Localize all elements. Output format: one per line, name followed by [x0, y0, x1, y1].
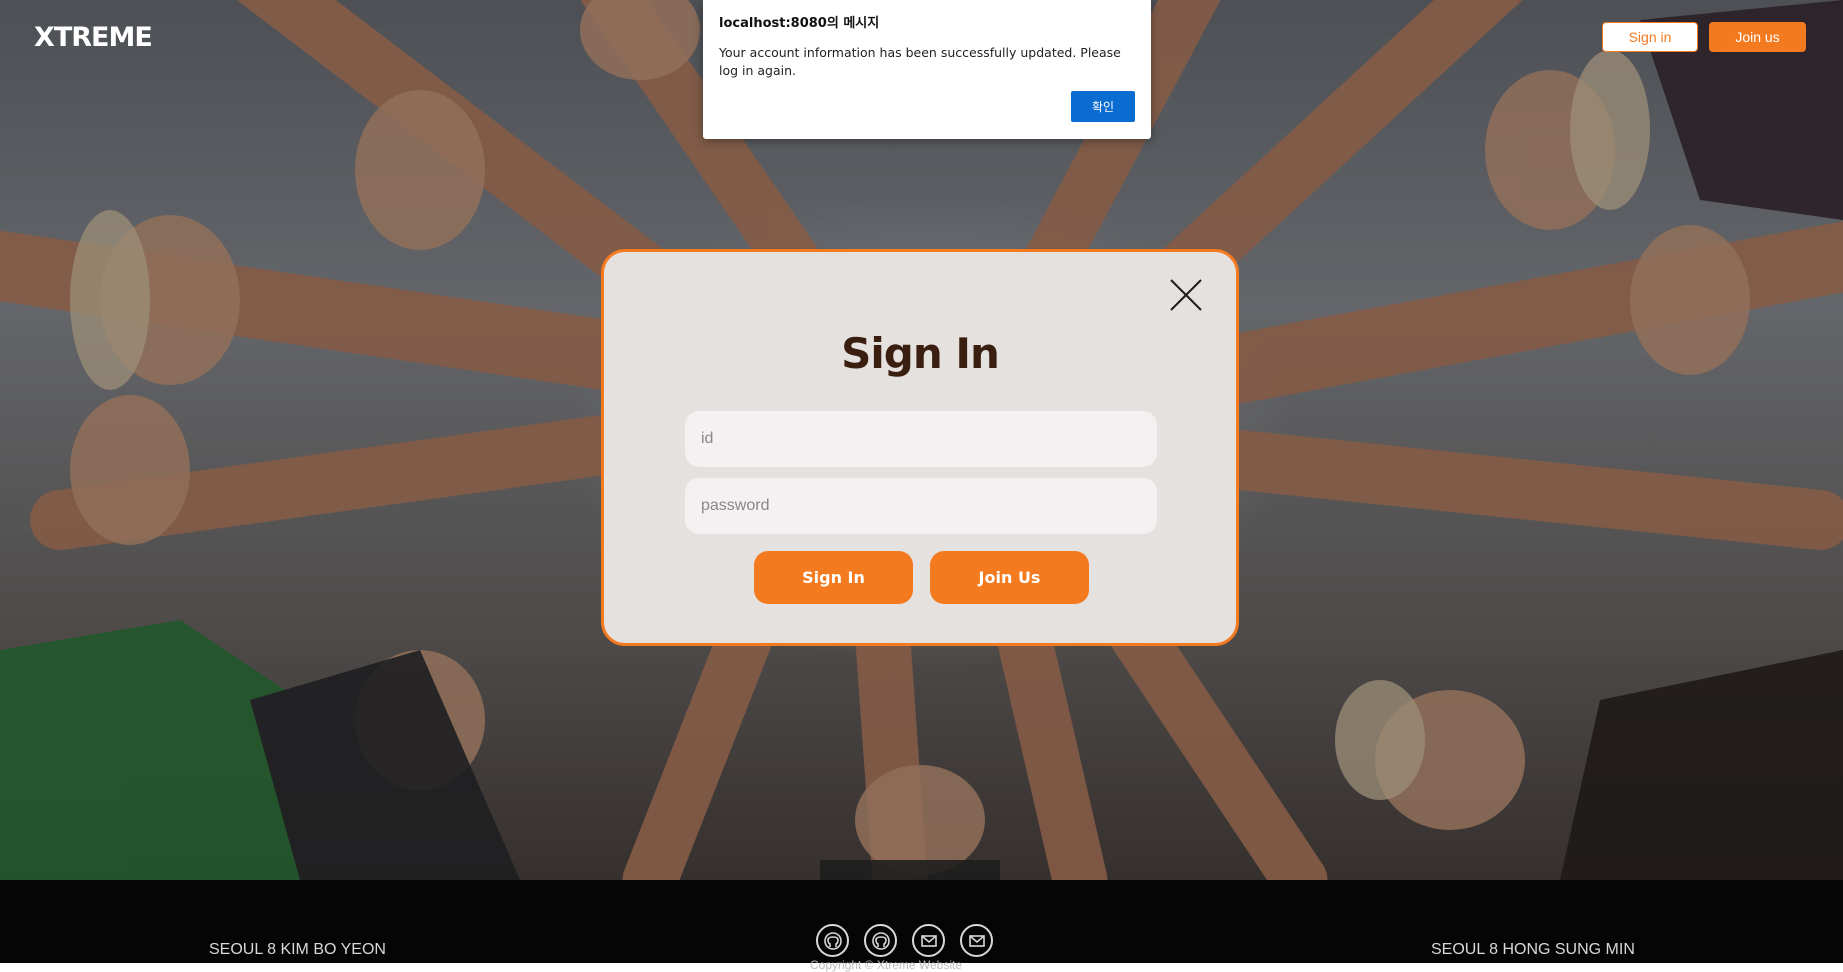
join-button[interactable]: Join Us [930, 551, 1089, 604]
github-icon[interactable] [864, 924, 897, 957]
signin-button[interactable]: Sign In [754, 551, 913, 604]
footer-right-credit: SEOUL 8 HONG SUNG MIN [1431, 941, 1635, 958]
github-icon[interactable] [816, 924, 849, 957]
modal-title: Sign In [841, 329, 1000, 378]
password-input[interactable] [685, 478, 1157, 534]
brand-logo[interactable]: XTREME [34, 22, 153, 53]
header-join-button[interactable]: Join us [1709, 22, 1806, 52]
footer-icon-row [816, 924, 993, 957]
mail-icon[interactable] [912, 924, 945, 957]
header-signin-button[interactable]: Sign in [1602, 22, 1698, 52]
signin-modal: Sign In Sign In Join Us [601, 249, 1239, 646]
alert-message: Your account information has been succes… [719, 45, 1121, 78]
footer-left-credit: SEOUL 8 KIM BO YEON [209, 941, 386, 958]
footer-copyright: Copyright © Xtreme Website [810, 958, 963, 972]
id-input[interactable] [685, 411, 1157, 467]
mail-icon[interactable] [960, 924, 993, 957]
close-icon[interactable] [1168, 277, 1204, 313]
browser-alert-dialog: localhost:8080의 메시지 Your account informa… [703, 0, 1151, 139]
alert-ok-button[interactable]: 확인 [1071, 91, 1135, 122]
alert-title: localhost:8080의 메시지 [719, 16, 880, 31]
footer: SEOUL 8 KIM BO YEON Copyright © Xtreme W… [0, 880, 1843, 972]
